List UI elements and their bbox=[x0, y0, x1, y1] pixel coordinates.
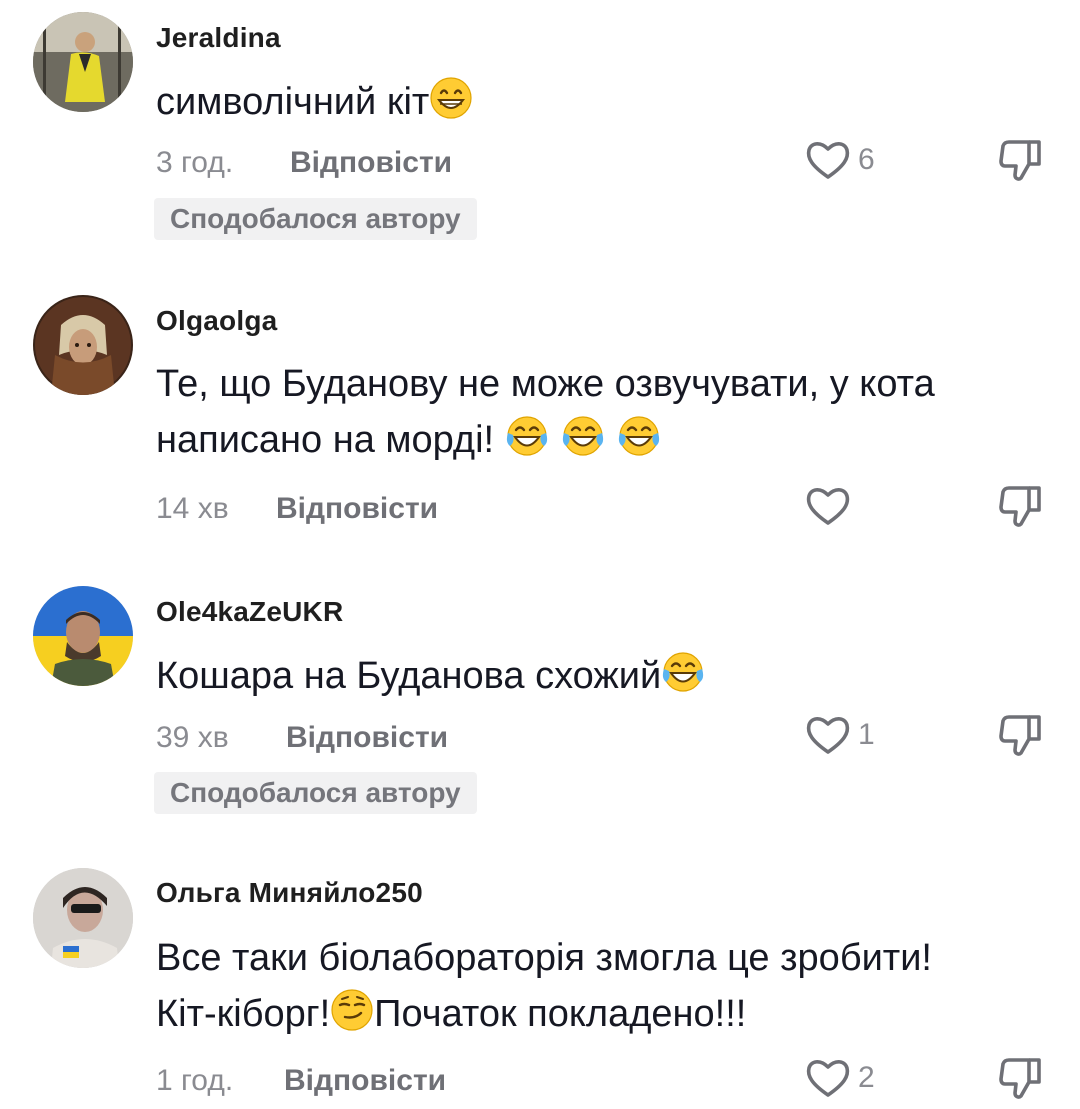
comment-timestamp: 39 хв bbox=[156, 721, 229, 754]
comment-timestamp: 1 год. bbox=[156, 1064, 234, 1097]
comment-text-line: написано на морді! bbox=[156, 412, 1056, 468]
dislike-button[interactable] bbox=[995, 480, 1047, 532]
dislike-button[interactable] bbox=[995, 134, 1047, 186]
comment-timestamp: 14 хв bbox=[156, 492, 229, 525]
avatar[interactable] bbox=[33, 295, 133, 395]
smirking-face-icon bbox=[330, 988, 374, 1032]
comment-username[interactable]: Ольга Миняйло250 bbox=[156, 877, 423, 909]
comment-username[interactable]: Jeraldina bbox=[156, 22, 281, 54]
comment-text-content: символічний кіт bbox=[156, 81, 430, 123]
heart-icon bbox=[804, 482, 852, 530]
reply-button[interactable]: Відповісти bbox=[284, 1064, 446, 1098]
creator-liked-badge: Сподобалося автору bbox=[154, 772, 477, 814]
like-button[interactable]: 1 bbox=[804, 710, 875, 760]
tears-of-joy-icon bbox=[561, 414, 605, 458]
comment-timestamp: 3 год. bbox=[156, 146, 234, 179]
comment-text-line: Кіт-кіборг! Початок покладено!!! bbox=[156, 986, 1056, 1042]
avatar[interactable] bbox=[33, 12, 133, 112]
dislike-button[interactable] bbox=[995, 709, 1047, 761]
comment-text-line: Все таки біолабораторія змогла це зробит… bbox=[156, 937, 932, 979]
dislike-button[interactable] bbox=[995, 1052, 1047, 1104]
like-count: 1 bbox=[858, 718, 875, 751]
avatar[interactable] bbox=[33, 586, 133, 686]
like-count: 6 bbox=[858, 143, 875, 176]
comment-username[interactable]: Olgaolga bbox=[156, 305, 277, 337]
like-count: 2 bbox=[858, 1061, 875, 1094]
tears-of-joy-icon bbox=[505, 414, 549, 458]
reply-button[interactable]: Відповісти bbox=[276, 492, 438, 526]
tears-of-joy-icon bbox=[661, 650, 705, 694]
comment-text-content: Початок покладено!!! bbox=[374, 993, 747, 1035]
like-button[interactable] bbox=[804, 481, 858, 531]
thumbs-down-icon bbox=[995, 709, 1047, 761]
thumbs-down-icon bbox=[995, 1052, 1047, 1104]
like-button[interactable]: 6 bbox=[804, 135, 875, 185]
avatar[interactable] bbox=[33, 868, 133, 968]
comment-text: Те, що Буданову не може озвучувати, у ко… bbox=[156, 356, 1056, 468]
comment-text: Все таки біолабораторія змогла це зробит… bbox=[156, 930, 1056, 1042]
thumbs-down-icon bbox=[995, 134, 1047, 186]
comment-username[interactable]: Ole4kaZeUKR bbox=[156, 596, 343, 628]
comment-text-content: Кіт-кіборг! bbox=[156, 993, 331, 1035]
grinning-face-icon bbox=[429, 76, 473, 120]
thumbs-down-icon bbox=[995, 480, 1047, 532]
comment-text-content: написано на морді! bbox=[156, 419, 505, 461]
reply-button[interactable]: Відповісти bbox=[286, 721, 448, 755]
heart-icon bbox=[804, 136, 852, 184]
reply-button[interactable]: Відповісти bbox=[290, 146, 452, 180]
comment-text: символічний кіт bbox=[156, 74, 1056, 130]
heart-icon bbox=[804, 1054, 852, 1102]
creator-liked-badge: Сподобалося автору bbox=[154, 198, 477, 240]
comment-text-line: Те, що Буданову не може озвучувати, у ко… bbox=[156, 363, 935, 405]
heart-icon bbox=[804, 711, 852, 759]
comment-text-content: Кошара на Буданова схожий bbox=[156, 655, 662, 697]
comment-text: Кошара на Буданова схожий bbox=[156, 648, 1056, 704]
tears-of-joy-icon bbox=[617, 414, 661, 458]
